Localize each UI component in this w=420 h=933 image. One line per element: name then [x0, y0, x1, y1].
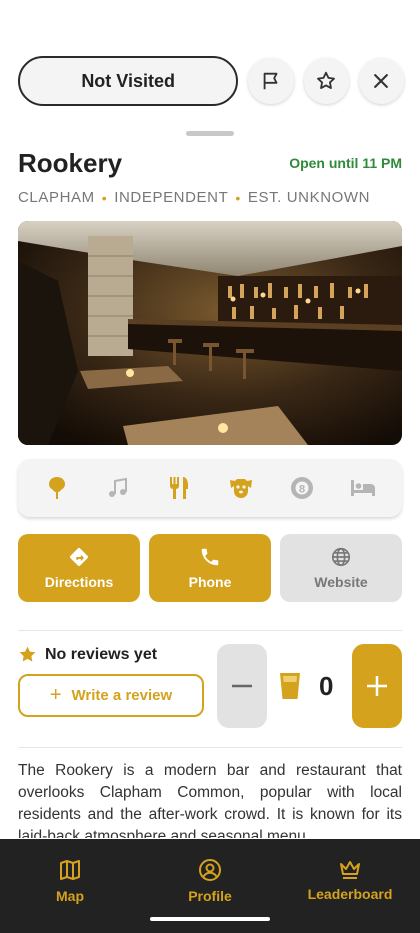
profile-icon — [199, 859, 221, 881]
directions-icon — [70, 548, 88, 566]
close-icon — [374, 74, 389, 88]
amenity-food[interactable] — [161, 470, 197, 506]
venue-name: Rookery — [18, 148, 123, 178]
amenity-accommodation[interactable] — [345, 470, 381, 506]
reviews-status: No reviews yet — [45, 645, 158, 663]
top-action-row: Not Visited — [18, 56, 405, 106]
directions-label: Directions — [44, 574, 114, 590]
venue-description: The Rookery is a modern bar and restaura… — [18, 762, 402, 838]
contact-actions: Directions Phone Website — [18, 534, 402, 602]
dog-icon — [229, 479, 252, 498]
visit-status-button[interactable]: Not Visited — [18, 56, 239, 106]
increment-pint-button[interactable] — [352, 644, 402, 728]
report-button[interactable] — [248, 58, 294, 104]
amenities-bar: 8 — [18, 459, 402, 517]
nav-leaderboard[interactable]: Leaderboard — [280, 839, 420, 933]
website-button[interactable]: Website — [280, 534, 402, 602]
globe-icon — [331, 547, 351, 567]
separator-dot: • — [235, 189, 241, 206]
open-status: Open until 11 PM — [289, 155, 402, 171]
section-divider — [18, 747, 402, 748]
phone-icon — [201, 548, 219, 566]
venue-photo[interactable] — [18, 221, 402, 445]
minus-icon — [232, 684, 252, 688]
svg-text:8: 8 — [299, 484, 305, 496]
website-label: Website — [314, 574, 368, 590]
write-review-label: Write a review — [71, 687, 173, 704]
crown-icon — [340, 861, 360, 879]
amenity-live-music[interactable] — [100, 470, 136, 506]
amenity-beer-garden[interactable] — [39, 470, 75, 506]
flag-icon — [263, 72, 278, 90]
bed-icon — [351, 480, 376, 496]
venue-established: EST. UNKNOWN — [247, 189, 371, 206]
venue-ownership: INDEPENDENT — [114, 189, 229, 206]
pint-glass-icon — [278, 671, 302, 701]
food-icon — [170, 477, 189, 499]
section-divider — [18, 630, 402, 631]
map-icon — [60, 860, 80, 880]
decrement-pint-button[interactable] — [217, 644, 267, 728]
amenity-pool[interactable]: 8 — [284, 470, 320, 506]
amenity-dog-friendly[interactable] — [223, 470, 259, 506]
venue-detail-sheet: Not Visited Rookery Open until 11 PM CLA… — [0, 0, 420, 933]
home-indicator[interactable] — [150, 917, 270, 921]
plus-icon — [367, 676, 387, 696]
nav-map-label: Map — [56, 888, 84, 904]
nav-leaderboard-label: Leaderboard — [307, 886, 393, 902]
write-review-button[interactable]: + Write a review — [18, 674, 204, 717]
plus-icon: + — [49, 684, 62, 706]
directions-button[interactable]: Directions — [18, 534, 140, 602]
sheet-drag-handle[interactable] — [186, 131, 234, 136]
separator-dot: • — [101, 189, 108, 206]
phone-label: Phone — [188, 574, 232, 590]
nav-profile-label: Profile — [188, 888, 232, 904]
nav-map[interactable]: Map — [0, 839, 140, 933]
venue-meta: CLAPHAM • INDEPENDENT • EST. UNKNOWN — [18, 189, 370, 206]
reviews-summary: No reviews yet — [18, 645, 157, 664]
venue-area: CLAPHAM — [18, 189, 95, 206]
music-icon — [108, 477, 127, 497]
favorite-button[interactable] — [303, 58, 349, 104]
close-button[interactable] — [358, 58, 405, 104]
star-filled-icon — [19, 646, 36, 662]
pint-count: 0 — [319, 671, 334, 701]
tree-icon — [48, 477, 65, 499]
pool-ball-icon: 8 — [290, 477, 313, 499]
star-icon — [317, 71, 336, 89]
phone-button[interactable]: Phone — [149, 534, 271, 602]
